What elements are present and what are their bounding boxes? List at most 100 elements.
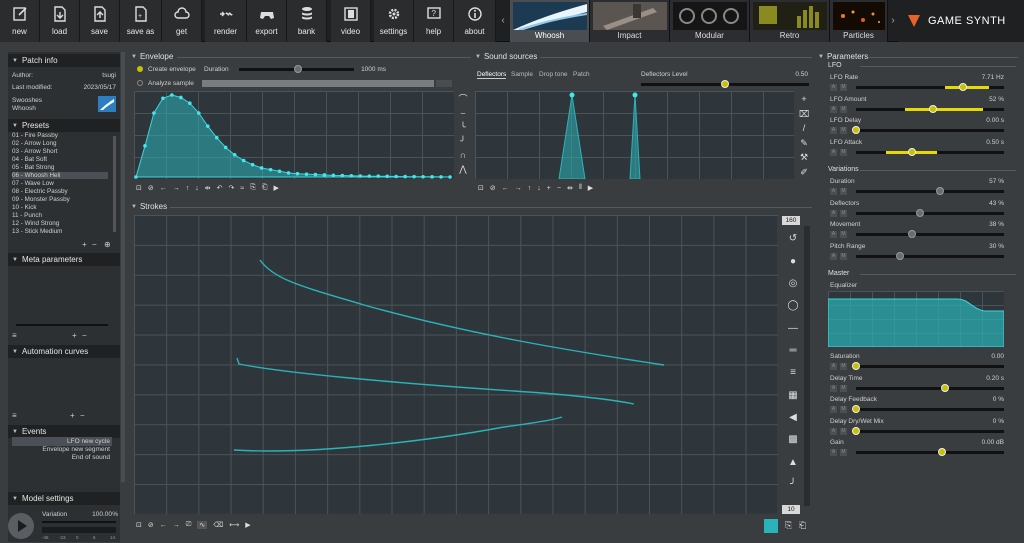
analyze-sample-radio[interactable] [137, 80, 143, 86]
remove-icon[interactable]: − [557, 185, 561, 192]
no-snap-icon[interactable]: ⊘ [148, 521, 154, 529]
no-snap-icon[interactable]: ⊘ [490, 184, 496, 192]
video-button[interactable]: video [331, 0, 371, 42]
automation-a-button[interactable]: A [830, 127, 837, 134]
envelope-shape[interactable] [135, 94, 451, 178]
remove-meta-icon[interactable]: − [82, 331, 87, 340]
about-button[interactable]: about [454, 0, 496, 42]
param-knob[interactable] [940, 383, 949, 392]
envelope-point[interactable] [214, 135, 219, 140]
envelope-point[interactable] [358, 174, 363, 178]
envelope-point[interactable] [223, 145, 228, 150]
new-button[interactable]: new [0, 0, 40, 42]
add-meta-icon[interactable]: + [72, 331, 77, 340]
modules-next-arrow[interactable]: › [888, 8, 898, 32]
stroke-color-swatch[interactable] [764, 519, 778, 533]
curve-exp-icon[interactable]: ╰ [456, 120, 470, 134]
param-knob[interactable] [852, 362, 860, 370]
automation-m-button[interactable]: M [840, 449, 847, 456]
select-icon[interactable]: ⊡ [136, 521, 142, 529]
module-tab-retro[interactable]: Retro [750, 0, 830, 42]
play-envelope-icon[interactable]: ▶ [273, 184, 278, 192]
automation-a-button[interactable]: A [830, 105, 837, 113]
param-knob[interactable] [915, 208, 924, 217]
erase-icon[interactable]: ⌫ [213, 521, 223, 529]
presets-header[interactable]: Presets [8, 119, 120, 132]
load-button[interactable]: load [40, 0, 80, 42]
select-icon[interactable]: ⊡ [136, 184, 142, 192]
tab-deflectors[interactable]: Deflectors [477, 71, 507, 79]
arrow-up-icon[interactable]: ↑ [528, 185, 532, 192]
preset-menu-icon[interactable]: ⊕ [104, 240, 111, 249]
curve-bell-icon[interactable]: ∩ [456, 148, 470, 162]
arrow-left-icon[interactable]: ← [160, 522, 167, 529]
sample-field[interactable] [202, 80, 434, 87]
envelope-point[interactable] [286, 171, 291, 175]
equalizer-graph[interactable] [828, 291, 1004, 347]
automation-a-button[interactable]: A [830, 252, 837, 260]
deflector-point[interactable] [569, 92, 575, 98]
automation-a-button[interactable]: A [830, 449, 837, 456]
stretch-icon[interactable]: ⇹ [567, 184, 573, 192]
preset-item[interactable]: 09 - Monster Passby [12, 196, 70, 203]
hammer-icon[interactable]: ⚒ [798, 150, 810, 165]
preset-item[interactable]: 03 - Arrow Short [12, 148, 58, 155]
param-knob[interactable] [936, 187, 945, 195]
select-icon[interactable]: ⊡ [478, 184, 484, 192]
play-strokes-icon[interactable]: ▶ [245, 521, 250, 529]
preset-item[interactable]: 12 - Wind Strong [12, 220, 59, 227]
param-knob[interactable] [908, 147, 917, 156]
redo-icon[interactable]: ↷ [229, 184, 235, 192]
strokes-zoom-field[interactable]: 160 [782, 216, 800, 225]
pen-icon[interactable]: / [798, 121, 810, 136]
automation-a-button[interactable]: A [830, 188, 837, 195]
envelope-point[interactable] [394, 174, 398, 179]
param-knob[interactable] [908, 230, 917, 238]
curve-log-icon[interactable]: ╯ [456, 134, 470, 148]
param-knob[interactable] [852, 405, 860, 413]
variation-slider[interactable] [42, 521, 116, 523]
param-knob[interactable] [852, 126, 860, 134]
help-button[interactable]: ? help [414, 0, 454, 42]
stroke-wedge-icon[interactable]: ◀ [786, 412, 800, 426]
param-knob[interactable] [852, 426, 860, 435]
param-slider[interactable] [856, 251, 1004, 260]
meta-slider[interactable] [16, 324, 108, 326]
stroke-multi-icon[interactable]: ≡ [786, 367, 800, 381]
envelope-point[interactable] [205, 124, 210, 128]
param-slider[interactable] [856, 147, 1004, 156]
stroke-parallel-icon[interactable]: ═ [786, 345, 800, 359]
strokes-count-field[interactable]: 10 [782, 505, 800, 514]
preset-item[interactable]: 06 - Whoosh Heli [12, 172, 108, 179]
automation-m-button[interactable]: M [840, 127, 847, 134]
automation-a-button[interactable]: A [830, 148, 837, 156]
envelope-point[interactable] [385, 174, 389, 179]
fit-icon[interactable]: ⎚ [186, 521, 192, 529]
no-snap-icon[interactable]: ⊘ [148, 184, 154, 192]
curve-concave-icon[interactable]: ⌒ [456, 92, 470, 106]
arrow-right-icon[interactable]: → [173, 522, 180, 529]
deflector-shape[interactable] [629, 94, 641, 179]
envelope-point[interactable] [197, 111, 201, 115]
meta-parameters-header[interactable]: Meta parameters [8, 253, 120, 266]
remove-automation-icon[interactable]: − [80, 411, 85, 420]
automation-m-button[interactable]: M [840, 384, 847, 392]
strokes-canvas[interactable] [134, 215, 778, 514]
envelope-point[interactable] [412, 174, 416, 179]
save-as-button[interactable]: + save as [120, 0, 162, 42]
mirror-icon[interactable]: ⟷ [229, 521, 239, 529]
automation-m-button[interactable]: M [840, 406, 847, 413]
modules-prev-arrow[interactable]: ‹ [498, 8, 508, 32]
param-knob[interactable] [896, 251, 905, 260]
curve-convex-icon[interactable]: ⌣ [456, 106, 470, 120]
preset-item[interactable]: 07 - Wave Low [12, 180, 54, 187]
stroke-spiral-icon[interactable]: ◎ [786, 278, 800, 292]
arrow-left-icon[interactable]: ← [502, 185, 509, 192]
envelope-point[interactable] [259, 166, 264, 170]
envelope-point[interactable] [170, 93, 174, 97]
preset-item[interactable]: 05 - Bat Strong [12, 164, 54, 171]
envelope-point[interactable] [268, 167, 273, 172]
param-slider[interactable] [856, 230, 1004, 238]
save-strokes-icon[interactable]: ⎗ [799, 520, 806, 531]
automation-m-button[interactable]: M [840, 105, 847, 113]
